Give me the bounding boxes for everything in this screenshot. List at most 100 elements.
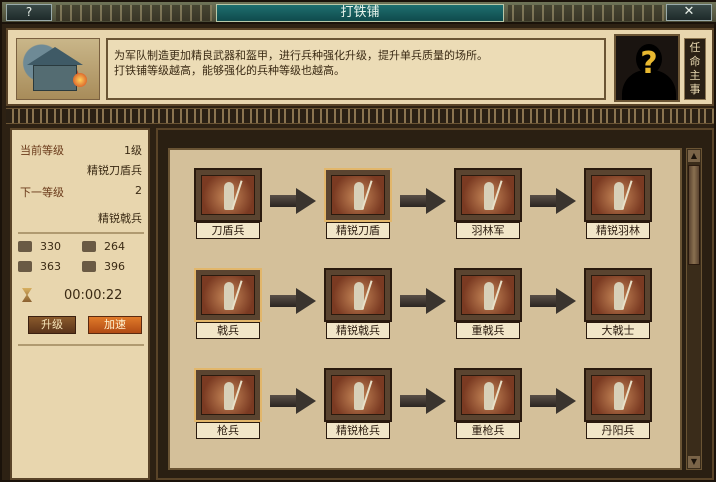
unit-name: 精锐戟兵	[326, 322, 390, 339]
unit-card[interactable]: 精锐戟兵	[324, 268, 392, 340]
tree-scrollbar[interactable]: ▲ ▼	[686, 148, 702, 470]
unit-portrait-frame	[584, 268, 652, 322]
soldier-icon	[201, 275, 255, 315]
ornament-band	[6, 108, 714, 124]
timer-text: 00:00:22	[64, 288, 123, 303]
soldier-icon	[331, 175, 385, 215]
upgrade-arrow-icon	[400, 388, 448, 414]
upgrade-arrow-icon	[530, 188, 578, 214]
resource-iron: 396	[82, 260, 142, 274]
current-level-value: 1级	[124, 144, 142, 157]
unit-portrait-frame	[584, 168, 652, 222]
unknown-mark-icon: ?	[640, 46, 658, 81]
unit-card[interactable]: 重戟兵	[454, 268, 522, 340]
next-level-row: 下一等级 2	[20, 184, 142, 200]
window-title: 打铁铺	[216, 4, 504, 22]
upgrade-arrow-icon	[270, 188, 318, 214]
unit-card[interactable]: 枪兵	[194, 368, 262, 440]
title-ornament-right	[508, 5, 664, 21]
next-unit: 精锐戟兵	[98, 212, 142, 225]
upgrade-arrow-icon	[270, 288, 318, 314]
unit-name: 刀盾兵	[196, 222, 260, 239]
speedup-button[interactable]: 加速	[88, 316, 142, 334]
header-panel: 为军队制造更加精良武器和盔甲，进行兵种强化升级，提升单兵质量的场所。 打铁铺等级…	[6, 28, 714, 106]
next-level-value: 2	[135, 184, 142, 197]
unit-portrait-frame	[454, 268, 522, 322]
food-icon	[82, 241, 96, 252]
unit-card[interactable]: 羽林军	[454, 168, 522, 240]
soldier-icon	[201, 175, 255, 215]
unit-card[interactable]: 丹阳兵	[584, 368, 652, 440]
unit-name: 重戟兵	[456, 322, 520, 339]
soldier-icon	[331, 275, 385, 315]
unit-card[interactable]: 戟兵	[194, 268, 262, 340]
description-line: 打铁铺等级越高，能够强化的兵种等级也越高。	[114, 64, 345, 77]
unit-portrait-frame	[324, 168, 392, 222]
unit-tree-panel: 刀盾兵 精锐刀盾 羽林军 精锐羽林戟兵 精锐戟兵 重戟兵 大戟士枪兵 精锐枪兵 重枪兵 丹阳兵 ▲…	[156, 128, 714, 480]
unit-portrait-frame	[584, 368, 652, 422]
divider	[18, 232, 144, 234]
level-info-panel: 当前等级 1级 精锐刀盾兵 下一等级 2 精锐戟兵 330 264 363 39…	[10, 128, 150, 480]
appoint-label: 任命主事	[689, 41, 701, 96]
unit-card[interactable]: 重枪兵	[454, 368, 522, 440]
title-bar: ? 打铁铺 ✕	[2, 2, 716, 24]
resource-stone: 363	[18, 260, 78, 274]
stone-amount: 363	[40, 260, 61, 273]
smithy-building-icon	[16, 38, 100, 100]
unit-portrait-frame	[324, 368, 392, 422]
current-unit-row: 精锐刀盾兵	[20, 162, 142, 178]
unit-name: 精锐刀盾	[326, 222, 390, 239]
unit-name: 枪兵	[196, 422, 260, 439]
upgrade-button[interactable]: 升级	[28, 316, 76, 334]
description-line: 为军队制造更加精良武器和盔甲，进行兵种强化升级，提升单兵质量的场所。	[114, 49, 488, 62]
stone-icon	[18, 261, 32, 272]
divider	[18, 344, 144, 346]
unit-portrait-frame	[454, 168, 522, 222]
next-level-label: 下一等级	[20, 186, 64, 199]
smithy-window: ? 打铁铺 ✕ 为军队制造更加精良武器和盔甲，进行兵种强化升级，提升单兵质量的场…	[0, 0, 716, 482]
soldier-icon	[591, 175, 645, 215]
unit-name: 重枪兵	[456, 422, 520, 439]
unit-portrait-frame	[194, 168, 262, 222]
soldier-icon	[461, 175, 515, 215]
unit-name: 羽林军	[456, 222, 520, 239]
current-level-row: 当前等级 1级	[20, 142, 142, 158]
unit-portrait-frame	[194, 268, 262, 322]
unit-card[interactable]: 大戟士	[584, 268, 652, 340]
iron-icon	[82, 261, 96, 272]
soldier-icon	[461, 275, 515, 315]
resource-wood: 330	[18, 240, 78, 254]
scroll-up-button[interactable]: ▲	[688, 150, 700, 162]
wood-icon	[18, 241, 32, 252]
unit-card[interactable]: 精锐枪兵	[324, 368, 392, 440]
appoint-manager-button[interactable]: 任命主事	[684, 38, 706, 100]
unit-card[interactable]: 刀盾兵	[194, 168, 262, 240]
unit-name: 大戟士	[586, 322, 650, 339]
unit-name: 精锐羽林	[586, 222, 650, 239]
soldier-icon	[591, 275, 645, 315]
title-ornament-left	[56, 5, 212, 21]
manager-portrait[interactable]: ?	[614, 34, 680, 102]
resource-food: 264	[82, 240, 142, 254]
upgrade-arrow-icon	[270, 388, 318, 414]
scroll-thumb[interactable]	[688, 165, 700, 265]
scroll-down-button[interactable]: ▼	[688, 456, 700, 468]
upgrade-arrow-icon	[400, 188, 448, 214]
hourglass-icon	[22, 288, 32, 302]
soldier-icon	[201, 375, 255, 415]
soldier-icon	[461, 375, 515, 415]
help-button[interactable]: ?	[6, 4, 52, 21]
upgrade-timer: 00:00:22	[20, 288, 144, 304]
soldier-icon	[591, 375, 645, 415]
unit-portrait-frame	[194, 368, 262, 422]
unit-portrait-frame	[324, 268, 392, 322]
unit-card[interactable]: 精锐羽林	[584, 168, 652, 240]
unit-card[interactable]: 精锐刀盾	[324, 168, 392, 240]
food-amount: 264	[104, 240, 125, 253]
close-button[interactable]: ✕	[666, 4, 712, 21]
description-box: 为军队制造更加精良武器和盔甲，进行兵种强化升级，提升单兵质量的场所。 打铁铺等级…	[106, 38, 606, 100]
unit-tree: 刀盾兵 精锐刀盾 羽林军 精锐羽林戟兵 精锐戟兵 重戟兵 大戟士枪兵 精锐枪兵 重枪兵 丹阳兵	[168, 148, 682, 470]
unit-name: 戟兵	[196, 322, 260, 339]
iron-amount: 396	[104, 260, 125, 273]
unit-name: 精锐枪兵	[326, 422, 390, 439]
